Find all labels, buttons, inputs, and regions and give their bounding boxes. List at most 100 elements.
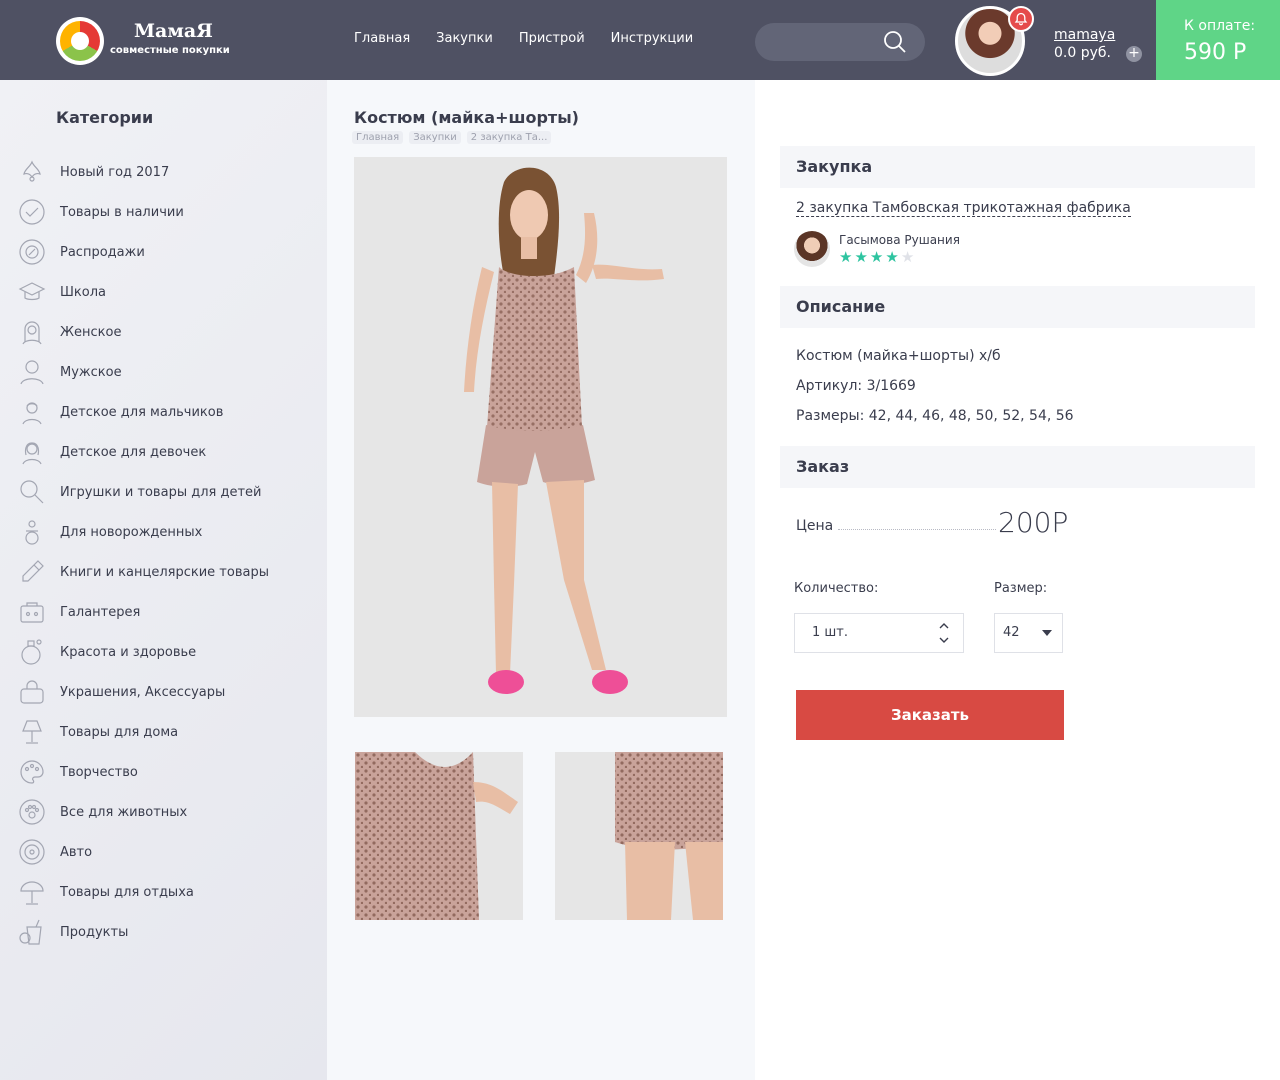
notification-bell-icon[interactable] — [1008, 6, 1034, 32]
category-item[interactable]: Творчество — [18, 752, 269, 792]
category-label: Для новорожденных — [60, 524, 203, 540]
star-icon: ★ — [885, 248, 899, 266]
breadcrumb-purchases[interactable]: Закупки — [409, 131, 461, 144]
category-item[interactable]: Все для животных — [18, 792, 269, 832]
category-item[interactable]: Детское для мальчиков — [18, 392, 269, 432]
size-select[interactable]: 42 — [994, 613, 1063, 653]
order-section-heading: Заказ — [780, 446, 1255, 488]
category-item[interactable]: Детское для девочек — [18, 432, 269, 472]
category-item[interactable]: Женское — [18, 312, 269, 352]
category-label: Мужское — [60, 364, 122, 380]
product-main-photo[interactable] — [354, 157, 727, 717]
stepper-arrows-icon[interactable] — [939, 620, 949, 646]
paw-icon — [19, 799, 45, 825]
category-item[interactable]: Галантерея — [18, 592, 269, 632]
category-label: Игрушки и товары для детей — [60, 484, 262, 500]
breadcrumb-home[interactable]: Главная — [352, 131, 404, 144]
payment-due-button[interactable]: К оплате: 590 Р — [1156, 0, 1280, 80]
logo-title: МамаЯ — [134, 20, 213, 42]
category-item[interactable]: Для новорожденных — [18, 512, 269, 552]
checkmark-icon — [19, 199, 45, 225]
sale-icon — [19, 239, 45, 265]
nav-link-adoption[interactable]: Пристрой — [519, 31, 585, 46]
category-label: Все для животных — [60, 804, 188, 820]
category-label: Украшения, Аксессуары — [60, 684, 226, 700]
search-input[interactable] — [755, 23, 925, 61]
product-thumbnail[interactable] — [355, 752, 523, 920]
organizer-avatar[interactable] — [794, 231, 830, 267]
category-label: Авто — [60, 844, 93, 860]
purchase-section-heading: Закупка — [780, 146, 1255, 188]
quantity-label: Количество: — [794, 581, 879, 596]
logo-mark-icon — [56, 17, 104, 65]
username-link[interactable]: mamaya — [1054, 27, 1115, 43]
category-label: Галантерея — [60, 604, 141, 620]
logo-subtitle: совместные покупки — [110, 45, 230, 56]
category-label: Детское для мальчиков — [60, 404, 224, 420]
drink-icon — [19, 919, 42, 945]
description-section-heading: Описание — [780, 286, 1255, 328]
payment-due-label: К оплате: — [1184, 18, 1256, 34]
perfume-icon — [21, 639, 42, 665]
product-title: Костюм (майка+шорты) — [354, 108, 579, 127]
organizer-name[interactable]: Гасымова Рушания — [839, 233, 960, 247]
nav-link-instructions[interactable]: Инструкции — [611, 31, 694, 46]
nav-link-home[interactable]: Главная — [354, 31, 410, 46]
category-label: Новый год 2017 — [60, 164, 170, 180]
nav-link-purchases[interactable]: Закупки — [436, 31, 493, 46]
category-label: Красота и здоровье — [60, 644, 197, 660]
category-item[interactable]: Распродажи — [18, 232, 269, 272]
description-line: Костюм (майка+шорты) х/б — [796, 348, 1001, 364]
categories-sidebar: Категории Новый год 2017 Товары в наличи… — [0, 80, 327, 1080]
star-icon: ★ — [869, 248, 884, 266]
star-icon: ★ — [854, 248, 868, 266]
size-label: Размер: — [994, 581, 1048, 596]
category-item[interactable]: Товары для дома — [18, 712, 269, 752]
user-balance: 0.0 руб. — [1054, 45, 1111, 61]
woman-icon — [22, 321, 42, 345]
christmas-icon — [23, 160, 41, 182]
graduation-cap-icon — [18, 282, 46, 301]
category-item[interactable]: Игрушки и товары для детей — [18, 472, 269, 512]
quantity-stepper[interactable]: 1 шт. — [794, 613, 964, 653]
category-item[interactable]: Украшения, Аксессуары — [18, 672, 269, 712]
price-value: 200Р — [998, 506, 1069, 539]
category-item[interactable]: Красота и здоровье — [18, 632, 269, 672]
star-icon: ★ — [839, 248, 853, 266]
category-item[interactable]: Товары в наличии — [18, 192, 269, 232]
description-line: Размеры: 42, 44, 46, 48, 50, 52, 54, 56 — [796, 408, 1074, 424]
category-item[interactable]: Новый год 2017 — [18, 152, 269, 192]
rattle-icon — [20, 480, 44, 504]
category-label: Школа — [60, 284, 106, 300]
add-funds-icon[interactable]: + — [1126, 46, 1142, 62]
search-icon[interactable] — [883, 30, 907, 54]
category-item[interactable]: Книги и канцелярские товары — [18, 552, 269, 592]
category-label: Товары для дома — [60, 724, 179, 740]
breadcrumb-purchase[interactable]: 2 закупка Та... — [466, 131, 552, 144]
man-icon — [20, 360, 44, 385]
breadcrumb: Главная Закупки 2 закупка Та... — [352, 131, 552, 144]
category-item[interactable]: Мужское — [18, 352, 269, 392]
palette-icon — [20, 760, 44, 784]
category-item[interactable]: Авто — [18, 832, 269, 872]
category-item[interactable]: Школа — [18, 272, 269, 312]
category-label: Детское для девочек — [60, 444, 207, 460]
purchase-link[interactable]: 2 закупка Тамбовская трикотажная фабрика — [796, 200, 1131, 217]
order-button[interactable]: Заказать — [796, 690, 1064, 740]
category-label: Творчество — [60, 764, 138, 780]
product-thumbnail[interactable] — [555, 752, 723, 920]
category-item[interactable]: Товары для отдыха — [18, 872, 269, 912]
handbag-icon — [20, 680, 44, 704]
category-item[interactable]: Продукты — [18, 912, 269, 952]
product-details: Закупка 2 закупка Тамбовская трикотажная… — [755, 80, 1280, 1080]
star-icon: ★ — [900, 248, 915, 266]
quantity-value: 1 шт. — [812, 625, 849, 640]
logo[interactable]: МамаЯ совместные покупки — [56, 17, 256, 65]
wheel-icon — [19, 839, 45, 865]
price-dotted-leader — [838, 529, 996, 530]
girl-icon — [22, 442, 42, 465]
umbrella-icon — [20, 881, 44, 905]
sidebar-title: Категории — [56, 108, 154, 127]
pacifier-icon — [25, 520, 39, 545]
price-label: Цена — [796, 518, 834, 534]
